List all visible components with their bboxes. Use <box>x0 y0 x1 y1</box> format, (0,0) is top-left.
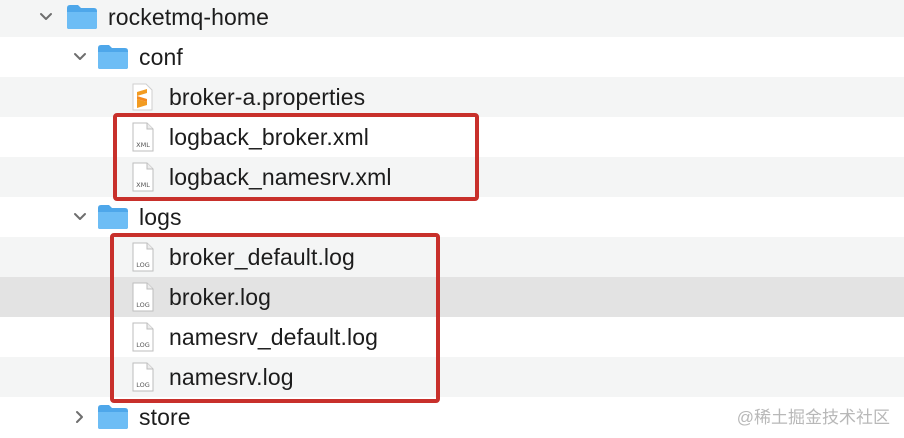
watermark: @稀土掘金技术社区 <box>736 408 890 427</box>
tree-row-label: logback_broker.xml <box>169 123 369 150</box>
tree-row-label: broker.log <box>169 283 272 310</box>
folder-icon <box>66 4 98 30</box>
log-file-icon: LOG <box>131 242 155 272</box>
tree-row-label: store <box>139 403 191 430</box>
folder-icon <box>97 404 129 430</box>
tree-row-label: rocketmq-home <box>108 3 270 30</box>
chevron-down-icon[interactable] <box>38 9 54 25</box>
tree-row-file[interactable]: XML logback_broker.xml <box>0 117 904 157</box>
file-tree: rocketmq-home conf broker-a.properties X… <box>0 0 904 438</box>
tree-row-label: broker_default.log <box>169 243 355 270</box>
sublime-text-file-icon <box>131 83 153 111</box>
tree-row-label: logback_namesrv.xml <box>169 163 392 190</box>
folder-icon <box>97 44 129 70</box>
xml-file-icon: XML <box>131 122 155 152</box>
tree-row-file[interactable]: LOG namesrv_default.log <box>0 317 904 357</box>
file-badge: XML <box>136 181 150 189</box>
tree-row-conf[interactable]: conf <box>0 37 904 77</box>
tree-row-rocketmq-home[interactable]: rocketmq-home <box>0 0 904 37</box>
file-badge: XML <box>136 141 150 149</box>
chevron-right-icon[interactable] <box>72 409 88 425</box>
file-badge: LOG <box>136 381 150 389</box>
file-badge: LOG <box>136 341 150 349</box>
log-file-icon: LOG <box>131 362 155 392</box>
tree-row-logs[interactable]: logs <box>0 197 904 237</box>
chevron-down-icon[interactable] <box>72 49 88 65</box>
log-file-icon: LOG <box>131 282 155 312</box>
tree-row-file[interactable]: broker-a.properties <box>0 77 904 117</box>
folder-icon <box>97 204 129 230</box>
tree-row-label: namesrv.log <box>169 363 294 390</box>
tree-row-label: logs <box>139 203 182 230</box>
tree-row-file[interactable]: XML logback_namesrv.xml <box>0 157 904 197</box>
tree-row-label: broker-a.properties <box>169 83 366 110</box>
tree-row-file[interactable]: LOG broker_default.log <box>0 237 904 277</box>
file-badge: LOG <box>136 301 150 309</box>
tree-row-label: namesrv_default.log <box>169 323 379 350</box>
tree-row-label: conf <box>139 43 183 70</box>
log-file-icon: LOG <box>131 322 155 352</box>
chevron-down-icon[interactable] <box>72 209 88 225</box>
tree-row-file[interactable]: LOG namesrv.log <box>0 357 904 397</box>
file-badge: LOG <box>136 261 150 269</box>
xml-file-icon: XML <box>131 162 155 192</box>
tree-row-file-selected[interactable]: LOG broker.log <box>0 277 904 317</box>
